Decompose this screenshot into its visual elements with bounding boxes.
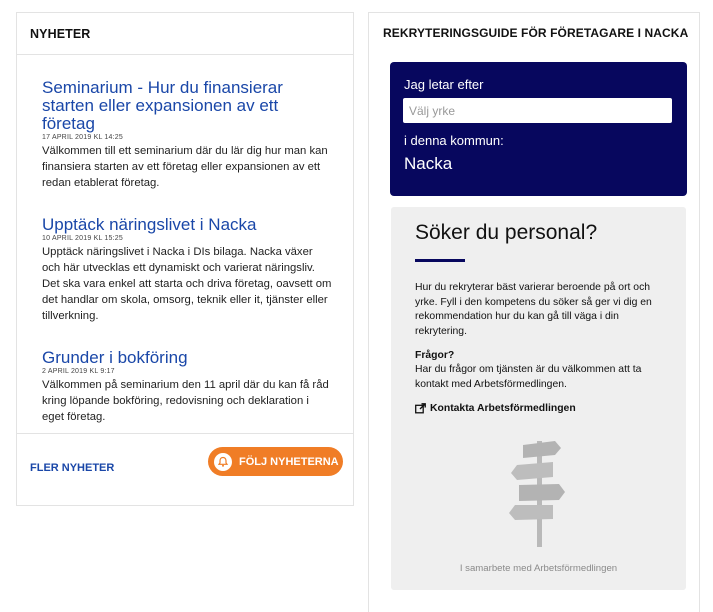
signpost-icon — [509, 441, 565, 547]
news-title-link[interactable]: Grunder i bokföring — [42, 348, 333, 367]
news-item: Grunder i bokföring 2 APRIL 2019 KL 9:17… — [42, 348, 333, 426]
bell-icon — [214, 452, 232, 471]
promo-title: Söker du personal? — [415, 221, 598, 244]
news-summary: Upptäck näringslivet i Nacka i DIs bilag… — [42, 245, 332, 323]
news-date: 17 APRIL 2019 KL 14:25 — [42, 134, 123, 141]
news-footer: FLER NYHETER FÖLJ NYHETERNA — [17, 433, 353, 505]
contact-link-label: Kontakta Arbetsförmedlingen — [430, 403, 576, 414]
follow-news-label: FÖLJ NYHETERNA — [239, 455, 339, 468]
looking-for-label: Jag letar efter — [404, 77, 484, 92]
municipality-label: i denna kommun: — [404, 133, 504, 148]
news-list: Seminarium - Hur du finansierar starten … — [17, 55, 353, 425]
questions-text: Har du frågor om tjänsten är du välkomme… — [415, 364, 642, 390]
news-item: Seminarium - Hur du finansierar starten … — [42, 79, 333, 192]
news-item: Upptäck näringslivet i Nacka 10 APRIL 20… — [42, 215, 333, 325]
news-title-link[interactable]: Upptäck näringslivet i Nacka — [42, 215, 333, 234]
occupation-input[interactable] — [403, 98, 672, 123]
news-heading: NYHETER — [17, 13, 353, 55]
title-underline — [415, 259, 465, 262]
news-date: 2 APRIL 2019 KL 9:17 — [42, 367, 115, 375]
news-panel: NYHETER Seminarium - Hur du finansierar … — [16, 12, 354, 506]
questions-heading: Frågor? — [415, 350, 455, 361]
external-link-icon — [415, 403, 426, 414]
news-summary: Välkommen på seminarium den 11 april där… — [42, 378, 329, 424]
recruitment-promo: Söker du personal? Hur du rekryterar bäs… — [391, 207, 686, 590]
news-date: 10 APRIL 2019 KL 15:25 — [42, 234, 123, 242]
more-news-link[interactable]: FLER NYHETER — [30, 462, 114, 474]
follow-news-button[interactable]: FÖLJ NYHETERNA — [208, 447, 343, 476]
news-title-link[interactable]: Seminarium - Hur du finansierar starten … — [42, 79, 333, 133]
municipality-value: Nacka — [404, 154, 453, 173]
recruitment-guide-heading: REKRYTERINGSGUIDE FÖR FÖRETAGARE I NACKA — [383, 26, 689, 40]
partner-text: I samarbete med Arbetsförmedlingen — [459, 563, 618, 574]
promo-intro: Hur du rekryterar bäst varierar beroende… — [415, 282, 652, 337]
contact-link[interactable]: Kontakta Arbetsförmedlingen — [415, 403, 576, 414]
news-summary: Välkommen till ett seminarium där du lär… — [42, 145, 328, 190]
job-search-box: Jag letar efter i denna kommun: Nacka — [390, 62, 687, 196]
